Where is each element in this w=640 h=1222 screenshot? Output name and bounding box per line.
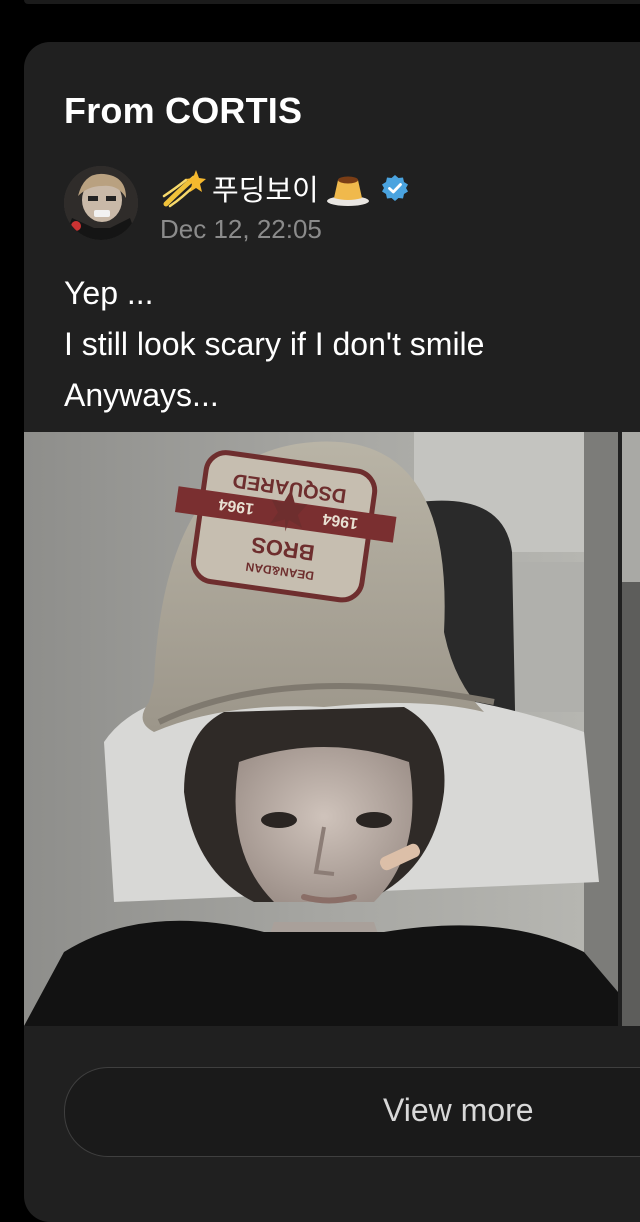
next-photo-peek[interactable] <box>622 432 640 1026</box>
view-more-label: View more <box>383 1092 534 1128</box>
post-photo[interactable]: DSQUARED 1964 1964 BROS DEAN&DAN <box>24 432 618 1026</box>
pudding-icon <box>326 176 369 206</box>
selfie-photo: DSQUARED 1964 1964 BROS DEAN&DAN <box>24 432 618 1026</box>
view-more-button[interactable]: View more <box>64 1067 640 1157</box>
post-body: Yep ... I still look scary if I don't sm… <box>64 268 484 421</box>
card-title: From CORTIS <box>64 90 303 131</box>
post-text-line: Anyways... <box>64 377 219 413</box>
post-text-line: Yep ... <box>64 275 154 311</box>
previous-card-edge <box>24 0 640 4</box>
avatar-image <box>64 166 138 240</box>
author-name: 푸딩보이 <box>212 175 319 207</box>
avatar[interactable] <box>64 166 138 240</box>
post-timestamp: Dec 12, 22:05 <box>160 214 322 244</box>
post-card: From CORTIS 푸딩보이 Dec 12, 22:05 Yep ... I… <box>24 42 640 1222</box>
author-row[interactable]: 푸딩보이 <box>160 166 409 210</box>
post-text-line: I still look scary if I don't smile <box>64 326 485 362</box>
shooting-star-icon <box>162 170 206 208</box>
verified-badge-icon <box>381 175 408 201</box>
next-photo-image <box>622 432 640 1026</box>
top-edge <box>0 0 640 26</box>
